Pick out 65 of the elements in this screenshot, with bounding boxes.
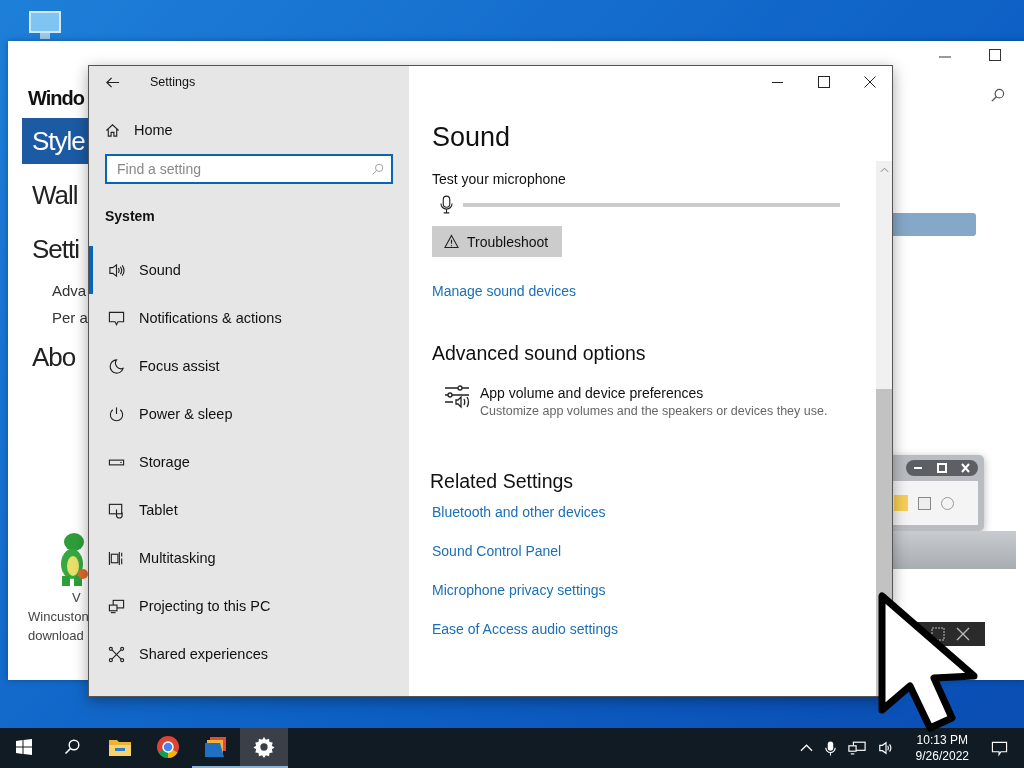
nav-item[interactable]: Focus assist (89, 342, 409, 390)
notification-icon[interactable] (991, 739, 1008, 757)
related-link[interactable]: Ease of Access audio settings (432, 621, 618, 638)
close-icon[interactable] (864, 76, 876, 88)
nav-item[interactable]: Projecting to this PC (89, 582, 409, 630)
search-field[interactable]: Find a setting (105, 154, 393, 184)
browser-icon (156, 735, 180, 759)
troubleshoot-button[interactable]: Troubleshoot (432, 226, 563, 257)
screens-icon (108, 597, 125, 615)
submenu-item[interactable]: Adva (52, 282, 87, 299)
taskbar-app[interactable] (240, 728, 288, 768)
microphone-icon (440, 195, 453, 214)
maximize-icon[interactable] (989, 49, 1001, 61)
promo-text: V (72, 589, 81, 607)
microphone-icon[interactable] (824, 739, 836, 757)
menu-item[interactable]: Abo (22, 334, 88, 380)
related-link[interactable]: Bluetooth and other devices (432, 504, 606, 521)
speaker-icon (108, 261, 125, 279)
nav-item[interactable]: Shared experiences (89, 630, 409, 678)
warning-icon (444, 234, 459, 249)
mic-test-label: Test your microphone (432, 171, 566, 187)
clock[interactable]: 10:13 PM 9/26/2022 (915, 732, 969, 764)
menu-item[interactable]: Setti (22, 226, 88, 272)
square-icon (918, 496, 931, 510)
monitor-icon[interactable] (28, 10, 62, 42)
windows-icon (16, 739, 32, 755)
window-controls-icon[interactable] (906, 460, 978, 476)
window-stack-icon (108, 549, 125, 567)
nav-item[interactable]: Storage (89, 438, 409, 486)
caret-up-icon[interactable] (799, 744, 813, 752)
sliders-speaker-icon (444, 385, 470, 409)
speech-bubble-icon (108, 309, 125, 327)
section-heading: Related Settings (430, 470, 574, 493)
app-icon (204, 736, 228, 758)
page-title: Sound (432, 122, 511, 153)
section-heading: System (105, 208, 156, 224)
maximize-icon[interactable] (818, 76, 830, 88)
window-heading: Windo (28, 87, 84, 110)
power-icon (108, 405, 125, 423)
share-icon (108, 645, 125, 663)
tablet-icon (108, 501, 125, 519)
network-icon[interactable] (847, 740, 866, 756)
speaker-icon[interactable] (877, 740, 894, 756)
search-icon (371, 163, 384, 176)
section-heading: Advanced sound options (432, 342, 646, 365)
search-icon[interactable] (990, 88, 1005, 103)
manage-devices-link[interactable]: Manage sound devices (432, 283, 576, 299)
app-volume-option[interactable]: App volume and device preferences Customize app volumes and the speakers or devices they use. (444, 385, 828, 418)
nav-item[interactable]: Notifications & actions (89, 294, 409, 342)
window-title: Settings (150, 75, 196, 89)
home-link[interactable]: Home (105, 122, 173, 138)
promo-text: Wincuston (28, 608, 89, 626)
related-link[interactable]: Microphone privacy settings (432, 582, 606, 599)
menu-item[interactable]: Style (22, 118, 88, 164)
nav-item[interactable]: Tablet (89, 486, 409, 534)
moon-icon (108, 357, 125, 375)
menu-item[interactable]: Wall (22, 172, 88, 218)
home-icon (105, 122, 120, 138)
related-link[interactable]: Sound Control Panel (432, 543, 562, 560)
submenu-item[interactable]: Per a (52, 309, 88, 326)
gear-icon (253, 736, 275, 758)
nav-item[interactable]: Multitasking (89, 534, 409, 582)
search-icon (64, 739, 80, 755)
promo-text: download (28, 627, 84, 645)
nav-item[interactable]: Power & sleep (89, 390, 409, 438)
